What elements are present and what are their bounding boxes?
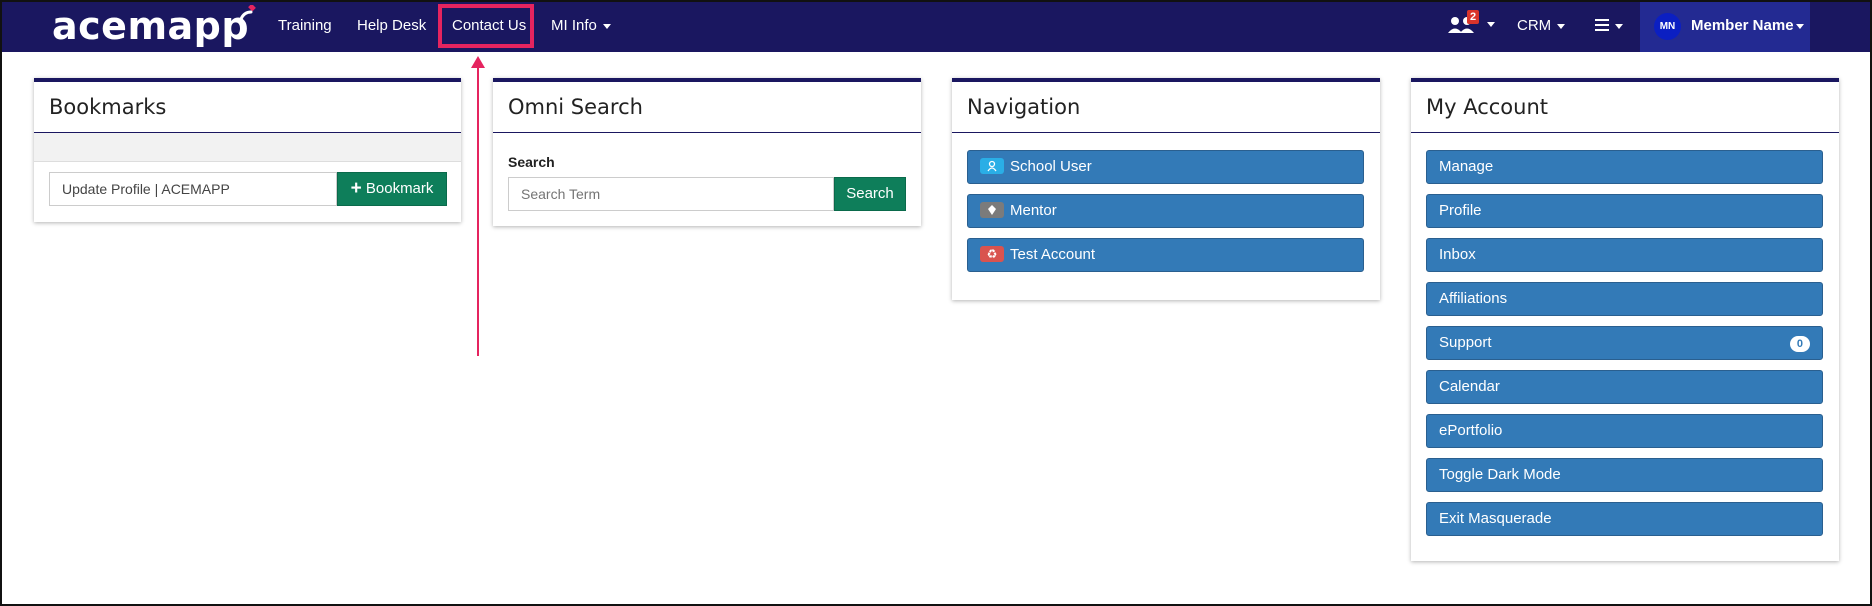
- omni-search-panel: Omni Search Search Search: [493, 78, 921, 226]
- member-name-label: Member Name: [1691, 17, 1794, 34]
- account-exit-masquerade-button[interactable]: Exit Masquerade: [1426, 502, 1823, 536]
- acemapp-logo[interactable]: acemapp: [52, 4, 249, 48]
- chevron-down-icon: [602, 23, 611, 29]
- bookmarks-panel: Bookmarks + Bookmark: [34, 78, 461, 222]
- users-dropdown[interactable]: 2: [1445, 10, 1495, 42]
- account-manage-button[interactable]: Manage: [1426, 150, 1823, 184]
- member-menu-dropdown[interactable]: MN Member Name: [1640, 0, 1810, 52]
- hamburger-menu-dropdown[interactable]: [1595, 0, 1623, 52]
- bookmarks-title: Bookmarks: [34, 82, 461, 133]
- navigation-title: Navigation: [952, 82, 1380, 133]
- users-badge: 2: [1467, 10, 1480, 24]
- account-calendar-button[interactable]: Calendar: [1426, 370, 1823, 404]
- chevron-down-icon: [1615, 23, 1623, 29]
- nav-help-desk[interactable]: Help Desk: [357, 0, 426, 52]
- member-name: Member Name: [1691, 0, 1804, 52]
- nav-mentor-label: Mentor: [1010, 202, 1057, 219]
- account-toggle-dark-mode-button[interactable]: Toggle Dark Mode: [1426, 458, 1823, 492]
- my-account-title: My Account: [1411, 82, 1839, 133]
- avatar: MN: [1654, 13, 1681, 40]
- hamburger-icon: [1595, 18, 1609, 31]
- nav-test-account-label: Test Account: [1010, 246, 1096, 263]
- add-bookmark-label: Bookmark: [365, 180, 434, 197]
- plus-icon: +: [350, 178, 362, 199]
- nav-crm-dropdown[interactable]: CRM: [1517, 0, 1566, 52]
- account-profile-button[interactable]: Profile: [1426, 194, 1823, 228]
- nav-mi-info-dropdown[interactable]: MI Info: [551, 0, 611, 52]
- nav-school-user-label: School User: [1010, 158, 1092, 175]
- bookmark-form: + Bookmark: [34, 162, 461, 212]
- search-input[interactable]: [508, 177, 834, 211]
- bookmarks-list: [34, 133, 461, 162]
- top-navbar: acemapp Training Help Desk Contact Us MI…: [0, 0, 1872, 52]
- account-support-button[interactable]: Support 0: [1426, 326, 1823, 360]
- search-button[interactable]: Search: [834, 177, 906, 211]
- nav-training[interactable]: Training: [278, 0, 332, 52]
- account-inbox-button[interactable]: Inbox: [1426, 238, 1823, 272]
- chevron-down-icon: [1795, 23, 1804, 29]
- nav-mentor-button[interactable]: Mentor: [967, 194, 1364, 228]
- mentor-icon: [980, 201, 1004, 218]
- account-eportfolio-button[interactable]: ePortfolio: [1426, 414, 1823, 448]
- account-affiliations-button[interactable]: Affiliations: [1426, 282, 1823, 316]
- account-support-label: Support: [1439, 334, 1492, 351]
- logo-mark-icon: [239, 5, 256, 21]
- user-icon: [980, 157, 1004, 174]
- contact-us-highlight: [438, 4, 534, 48]
- recycle-icon: ♻: [980, 245, 1004, 262]
- nav-mi-info-label: MI Info: [551, 17, 597, 34]
- pointer-arrow: [471, 56, 485, 356]
- add-bookmark-button[interactable]: + Bookmark: [337, 172, 447, 206]
- search-label: Search: [508, 154, 555, 170]
- omni-search-title: Omni Search: [493, 82, 921, 133]
- nav-school-user-button[interactable]: School User: [967, 150, 1364, 184]
- bookmark-input[interactable]: [49, 172, 337, 206]
- nav-crm-label: CRM: [1517, 17, 1552, 34]
- my-account-panel: My Account Manage Profile Inbox Affiliat…: [1411, 78, 1839, 561]
- nav-test-account-button[interactable]: ♻ Test Account: [967, 238, 1364, 272]
- chevron-down-icon: [1487, 22, 1495, 27]
- support-count-badge: 0: [1789, 336, 1810, 352]
- chevron-down-icon: [1557, 23, 1566, 29]
- navigation-panel: Navigation School User Mentor ♻ Test Acco…: [952, 78, 1380, 300]
